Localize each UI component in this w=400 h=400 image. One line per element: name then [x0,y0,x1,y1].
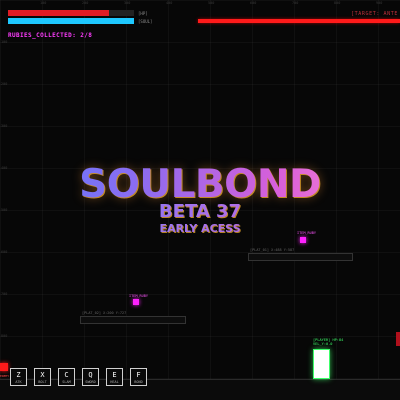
key-cap: Z [16,371,21,379]
key-hint-z: Z ATK [10,368,27,386]
soul-bar [8,18,134,24]
ruler-tick: 100 [1,40,8,44]
offscreen-hazard [396,332,400,346]
key-hint-e: E HEAL [106,368,123,386]
key-cap: Q [88,371,93,379]
player-velocity-readout: VEL_Y:0.0 [313,342,333,347]
enemy-sprite [0,363,8,371]
ruler-tick: 900 [376,1,383,5]
ruler-tick: 300 [124,1,131,5]
key-hint-q: Q SWORD [82,368,99,386]
ruby-pickup [300,237,306,243]
ruby-label: ITEM_RUBY [297,231,316,235]
ruler-tick: 600 [1,250,8,254]
ruby-pickup [133,299,139,305]
key-cap: X [40,371,45,379]
ruler-tick: 500 [208,1,215,5]
key-action: BOND [134,380,143,384]
ruler-tick: 200 [82,1,89,5]
ruler-tick: 100 [40,1,47,5]
platform [248,253,353,261]
key-hint-f: F BOND [130,368,147,386]
ruler-tick: 800 [1,334,8,338]
player-sprite [313,349,330,379]
early-access-label: EARLY ACESS [0,222,400,235]
key-cap: F [136,371,141,379]
key-hint-c: C SLAM [58,368,75,386]
ruler-tick: 300 [1,124,8,128]
ruler-tick: 700 [1,292,8,296]
key-hint-x: X BOLT [34,368,51,386]
key-cap: C [64,371,69,379]
hp-bar [8,10,134,16]
key-action: SWORD [85,380,96,384]
key-action: BOLT [38,380,47,384]
ruby-label: ITEM_RUBY [129,294,148,298]
rubies-counter: RUBIES_COLLECTED: 2/8 [8,32,93,39]
key-cap: E [112,371,117,379]
hp-bar-fill [8,10,109,16]
ruler-tick: 800 [334,1,341,5]
game-viewport: 100 200 300 400 500 600 700 800 900 100 … [0,0,400,400]
ruler-tick: 600 [250,1,257,5]
platform [80,316,186,324]
ruler-tick: 200 [1,82,8,86]
key-action: SLAM [62,380,71,384]
hp-label: [HP] [138,11,148,16]
target-health-bar [198,19,400,23]
ruler-tick: 700 [292,1,299,5]
platform-label: [PLAT_02] X:200 Y:727 [82,311,127,315]
ruler-tick: 400 [166,1,173,5]
key-action: ATK [15,380,22,384]
soul-bar-fill [8,18,134,24]
version-label: BETA 37 [0,201,400,222]
target-label: [TARGET: ANTE [351,11,398,17]
key-action: HEAL [110,380,119,384]
enemy-label: ENEMY [0,374,10,378]
player-label: [PLAYER] HP:84 VEL_Y:0.0 [313,338,343,346]
soul-label: [SOUL] [138,19,153,24]
platform-label: [PLAT_01] X:488 Y:587 [250,248,295,252]
